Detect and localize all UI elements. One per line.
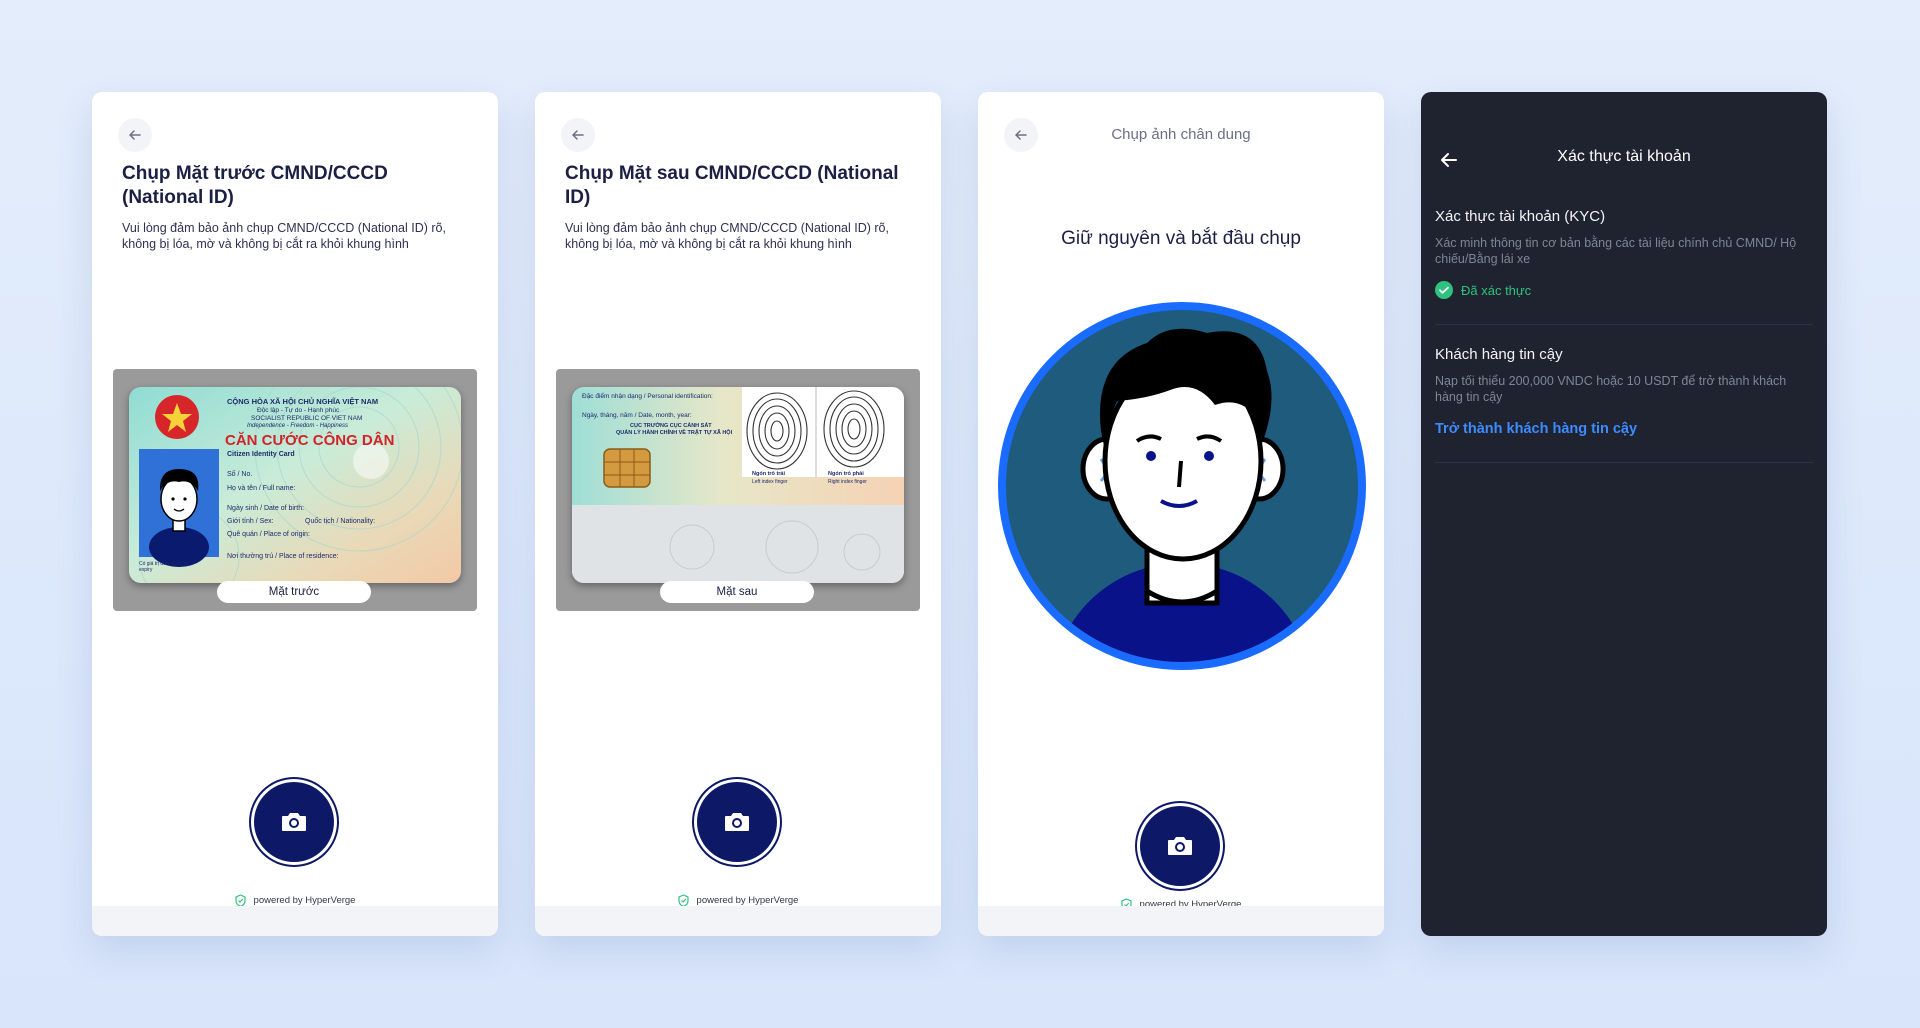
card-field-residence: Nơi thường trú / Place of residence:	[227, 553, 339, 560]
right-finger-label: Ngón trỏ phải	[828, 471, 864, 477]
card-side-label: Mặt trước	[217, 581, 371, 603]
trusted-title: Khách hàng tin cậy	[1435, 346, 1563, 363]
card-authority-1: CỤC TRƯỞNG CỤC CẢNH SÁT	[630, 423, 712, 429]
card-country-en: SOCIALIST REPUBLIC OF VIET NAM	[251, 415, 363, 422]
header-title: Chụp ảnh chân dung	[1111, 126, 1251, 143]
card-motto: Độc lập - Tự do - Hạnh phúc	[257, 407, 340, 414]
back-button[interactable]	[561, 118, 595, 152]
kyc-description: Xác minh thông tin cơ bản bằng các tài l…	[1435, 236, 1797, 266]
camera-icon	[1168, 837, 1192, 855]
kyc-status: Đã xác thực	[1435, 281, 1813, 299]
capture-button[interactable]	[254, 782, 334, 862]
card-title-en: Citizen Identity Card	[227, 451, 295, 458]
bottom-bar	[535, 906, 941, 936]
face-avatar-illustration	[998, 302, 1366, 670]
card-field-expiry: Có giá trị đến: Date of expiry	[139, 561, 188, 573]
card-field-name: Họ và tên / Full name:	[227, 485, 296, 492]
capture-frame: Đặc điểm nhận dạng / Personal identifica…	[556, 369, 920, 611]
trusted-description: Nạp tối thiểu 200,000 VNDC hoặc 10 USDT …	[1435, 374, 1787, 404]
instruction-text: Vui lòng đảm bảo ảnh chụp CMND/CCCD (Nat…	[122, 221, 446, 251]
screen-front-id: Chụp Mặt trước CMND/CCCD (National ID) V…	[92, 92, 498, 936]
right-finger-label-en: Right index finger	[828, 479, 867, 485]
capture-button[interactable]	[697, 782, 777, 862]
become-trusted-link[interactable]: Trở thành khách hàng tin cậy	[1435, 421, 1813, 437]
powered-by-text: powered by HyperVerge	[696, 895, 799, 906]
card-field-nationality: Quốc tịch / Nationality:	[305, 518, 376, 525]
card-title: CĂN CƯỚC CÔNG DÂN	[225, 432, 395, 449]
kyc-title: Xác thực tài khoản (KYC)	[1435, 208, 1606, 225]
kyc-status-text: Đã xác thực	[1461, 282, 1532, 298]
instruction-heading: Giữ nguyên và bắt đầu chụp	[1061, 227, 1301, 249]
camera-icon	[282, 813, 306, 831]
trusted-customer-section: Khách hàng tin cậy Nạp tối thiểu 200,000…	[1435, 346, 1813, 463]
capture-frame: CỘNG HÒA XÃ HỘI CHỦ NGHĨA VIỆT NAM Độc l…	[113, 369, 477, 611]
arrow-left-icon	[572, 130, 584, 140]
card-field-dob: Ngày sinh / Date of birth:	[227, 505, 305, 512]
screen-account-verification: Xác thực tài khoản Xác thực tài khoản (K…	[1421, 92, 1827, 936]
screen-back-id: Chụp Mặt sau CMND/CCCD (National ID) Vui…	[535, 92, 941, 936]
camera-icon	[725, 813, 749, 831]
back-button[interactable]	[118, 118, 152, 152]
powered-by-text: powered by HyperVerge	[253, 895, 356, 906]
page-title: Chụp Mặt sau CMND/CCCD (National ID)	[565, 163, 899, 208]
left-finger-label-en: Left index finger	[752, 479, 788, 485]
card-country-header: CỘNG HÒA XÃ HỘI CHỦ NGHĨA VIỆT NAM	[227, 397, 379, 406]
check-circle-icon	[1435, 281, 1453, 299]
card-motto-en: Independence - Freedom - Happiness	[247, 423, 349, 429]
card-field-date: Ngày, tháng, năm / Date, month, year:	[582, 412, 692, 419]
left-finger-label: Ngón trỏ trái	[752, 471, 785, 477]
capture-button[interactable]	[1140, 806, 1220, 886]
card-field-identification: Đặc điểm nhận dạng / Personal identifica…	[582, 393, 713, 400]
page-title: Chụp Mặt trước CMND/CCCD (National ID)	[122, 163, 388, 208]
kyc-section: Xác thực tài khoản (KYC) Xác minh thông …	[1435, 208, 1813, 325]
bottom-bar	[978, 906, 1384, 936]
bottom-bar	[92, 906, 498, 936]
face-frame	[997, 301, 1367, 671]
card-side-label: Mặt sau	[660, 581, 814, 603]
card-field-sex: Giới tính / Sex:	[227, 518, 274, 525]
id-card-front: CỘNG HÒA XÃ HỘI CHỦ NGHĨA VIỆT NAM Độc l…	[129, 387, 461, 583]
instruction-text: Vui lòng đảm bảo ảnh chụp CMND/CCCD (Nat…	[565, 221, 889, 251]
card-authority-2: QUẢN LÝ HÀNH CHÍNH VỀ TRẬT TỰ XÃ HỘI	[616, 430, 733, 436]
card-field-no: Số / No.	[227, 471, 253, 478]
id-card-back: Đặc điểm nhận dạng / Personal identifica…	[572, 387, 904, 583]
screen-selfie: Chụp ảnh chân dung Giữ nguyên và bắt đầu…	[978, 92, 1384, 936]
arrow-left-icon	[129, 130, 141, 140]
header-title: Xác thực tài khoản	[1557, 148, 1691, 165]
card-field-origin: Quê quán / Place of origin:	[227, 531, 310, 538]
